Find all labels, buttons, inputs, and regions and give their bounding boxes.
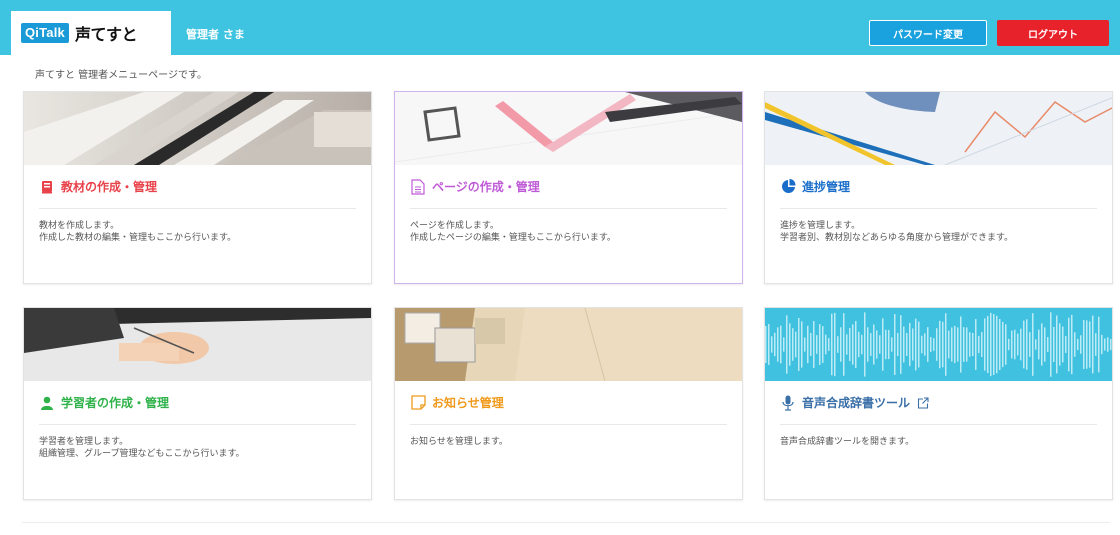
card-tts-label: 音声合成辞書ツール [802,396,911,410]
book-icon [39,179,55,195]
card-materials[interactable]: 教材の作成・管理 教材を作成します。 作成した教材の編集・管理もここから行います… [23,91,372,284]
card-materials-title[interactable]: 教材の作成・管理 [39,178,157,195]
card-learners-image [24,308,371,381]
card-tts-dictionary[interactable]: 音声合成辞書ツール 音声合成辞書ツールを開きます。 [764,307,1113,500]
microphone-icon [780,395,796,411]
page-icon [410,178,426,195]
desc-line: 学習者を管理します。 [39,437,129,447]
card-notices-label: お知らせ管理 [432,396,504,410]
card-pages-title[interactable]: ページの作成・管理 [410,178,540,195]
card-progress-label: 進捗管理 [802,180,851,194]
card-tts-title[interactable]: 音声合成辞書ツール [780,394,937,411]
desc-line: 作成したページの編集・管理もここから行います。 [410,233,616,243]
divider [410,424,727,425]
desc-line: 進捗を管理します。 [780,221,861,231]
card-notices-image [395,308,742,381]
divider [39,424,356,425]
card-learners-title[interactable]: 学習者の作成・管理 [39,394,169,411]
logo-badge: QiTalk [21,23,69,43]
bottom-divider [22,522,1110,523]
user-icon [39,395,55,411]
top-header: QiTalk 声てすと 管理者 さま パスワード変更 ログアウト [0,0,1120,55]
desc-line: 教材を作成します。 [39,221,120,231]
desc-line: お知らせを管理します。 [410,437,508,447]
card-learners-desc: 学習者を管理します。 組織管理、グループ管理などもここから行います。 [39,436,245,460]
logout-button[interactable]: ログアウト [997,20,1109,46]
card-pages[interactable]: ページの作成・管理 ページを作成します。 作成したページの編集・管理もここから行… [394,91,743,284]
card-materials-desc: 教材を作成します。 作成した教材の編集・管理もここから行います。 [39,220,236,244]
card-learners[interactable]: 学習者の作成・管理 学習者を管理します。 組織管理、グループ管理などもここから行… [23,307,372,500]
divider [39,208,356,209]
card-materials-label: 教材の作成・管理 [61,180,158,194]
divider [780,208,1097,209]
card-notices[interactable]: お知らせ管理 お知らせを管理します。 [394,307,743,500]
desc-line: 作成した教材の編集・管理もここから行います。 [39,233,237,243]
card-materials-image [24,92,371,165]
logo-text: 声てすと [74,25,138,44]
card-progress[interactable]: 進捗管理 進捗を管理します。 学習者別、教材別などあらゆる角度から管理ができます… [764,91,1113,284]
note-icon [410,395,426,411]
desc-line: 音声合成辞書ツールを開きます。 [780,437,915,447]
card-progress-image [765,92,1112,165]
desc-line: 組織管理、グループ管理などもここから行います。 [39,449,245,459]
card-notices-title[interactable]: お知らせ管理 [410,394,504,411]
change-password-button[interactable]: パスワード変更 [869,20,987,46]
card-notices-desc: お知らせを管理します。 [410,436,508,448]
page-description: 声てすと 管理者メニューページです。 [35,70,207,81]
card-pages-image [395,92,742,165]
pie-chart-icon [780,179,796,195]
admin-name: 管理者 さま [186,28,245,41]
card-pages-desc: ページを作成します。 作成したページの編集・管理もここから行います。 [410,220,616,244]
card-progress-desc: 進捗を管理します。 学習者別、教材別などあらゆる角度から管理ができます。 [780,220,1013,244]
external-link-icon [915,395,931,411]
card-pages-label: ページの作成・管理 [432,180,540,194]
desc-line: ページを作成します。 [410,221,499,231]
app-logo[interactable]: QiTalk 声てすと [11,11,171,55]
card-tts-image [765,308,1112,381]
divider [780,424,1097,425]
card-learners-label: 学習者の作成・管理 [61,396,170,410]
desc-line: 学習者別、教材別などあらゆる角度から管理ができます。 [780,233,1014,243]
card-tts-desc: 音声合成辞書ツールを開きます。 [780,436,914,448]
divider [410,208,727,209]
card-progress-title[interactable]: 進捗管理 [780,178,850,195]
